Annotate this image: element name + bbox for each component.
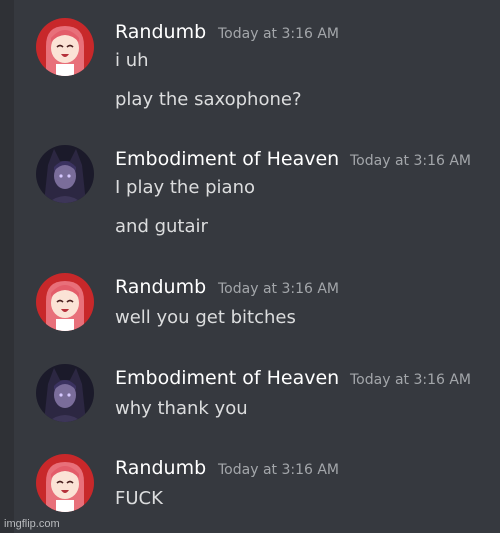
embodiment-avatar[interactable]	[36, 364, 94, 422]
message-text: well you get bitches	[115, 307, 296, 328]
randumb-avatar[interactable]	[36, 454, 94, 512]
username[interactable]: Embodiment of Heaven	[115, 147, 339, 171]
timestamp: Today at 3:16 AM	[218, 462, 340, 478]
message-text: i uh	[115, 50, 149, 71]
randumb-avatar[interactable]	[36, 273, 94, 331]
message-text: and gutair	[115, 216, 208, 237]
message-text: play the saxophone?	[115, 89, 302, 110]
imgflip-watermark: imgflip.com	[4, 518, 60, 530]
message-text: FUCK	[115, 488, 163, 509]
message-text: why thank you	[115, 398, 248, 419]
chat-log: Randumb Today at 3:16 AM i uh play the s…	[0, 0, 500, 533]
timestamp: Today at 3:16 AM	[218, 26, 340, 42]
username[interactable]: Randumb	[115, 20, 206, 44]
sidebar-edge	[0, 0, 14, 533]
timestamp: Today at 3:16 AM	[350, 153, 472, 169]
embodiment-avatar[interactable]	[36, 145, 94, 203]
message-text: I play the piano	[115, 177, 256, 198]
username[interactable]: Randumb	[115, 275, 206, 299]
username[interactable]: Randumb	[115, 456, 206, 480]
username[interactable]: Embodiment of Heaven	[115, 366, 339, 390]
timestamp: Today at 3:16 AM	[350, 372, 472, 388]
timestamp: Today at 3:16 AM	[218, 281, 340, 297]
randumb-avatar[interactable]	[36, 18, 94, 76]
